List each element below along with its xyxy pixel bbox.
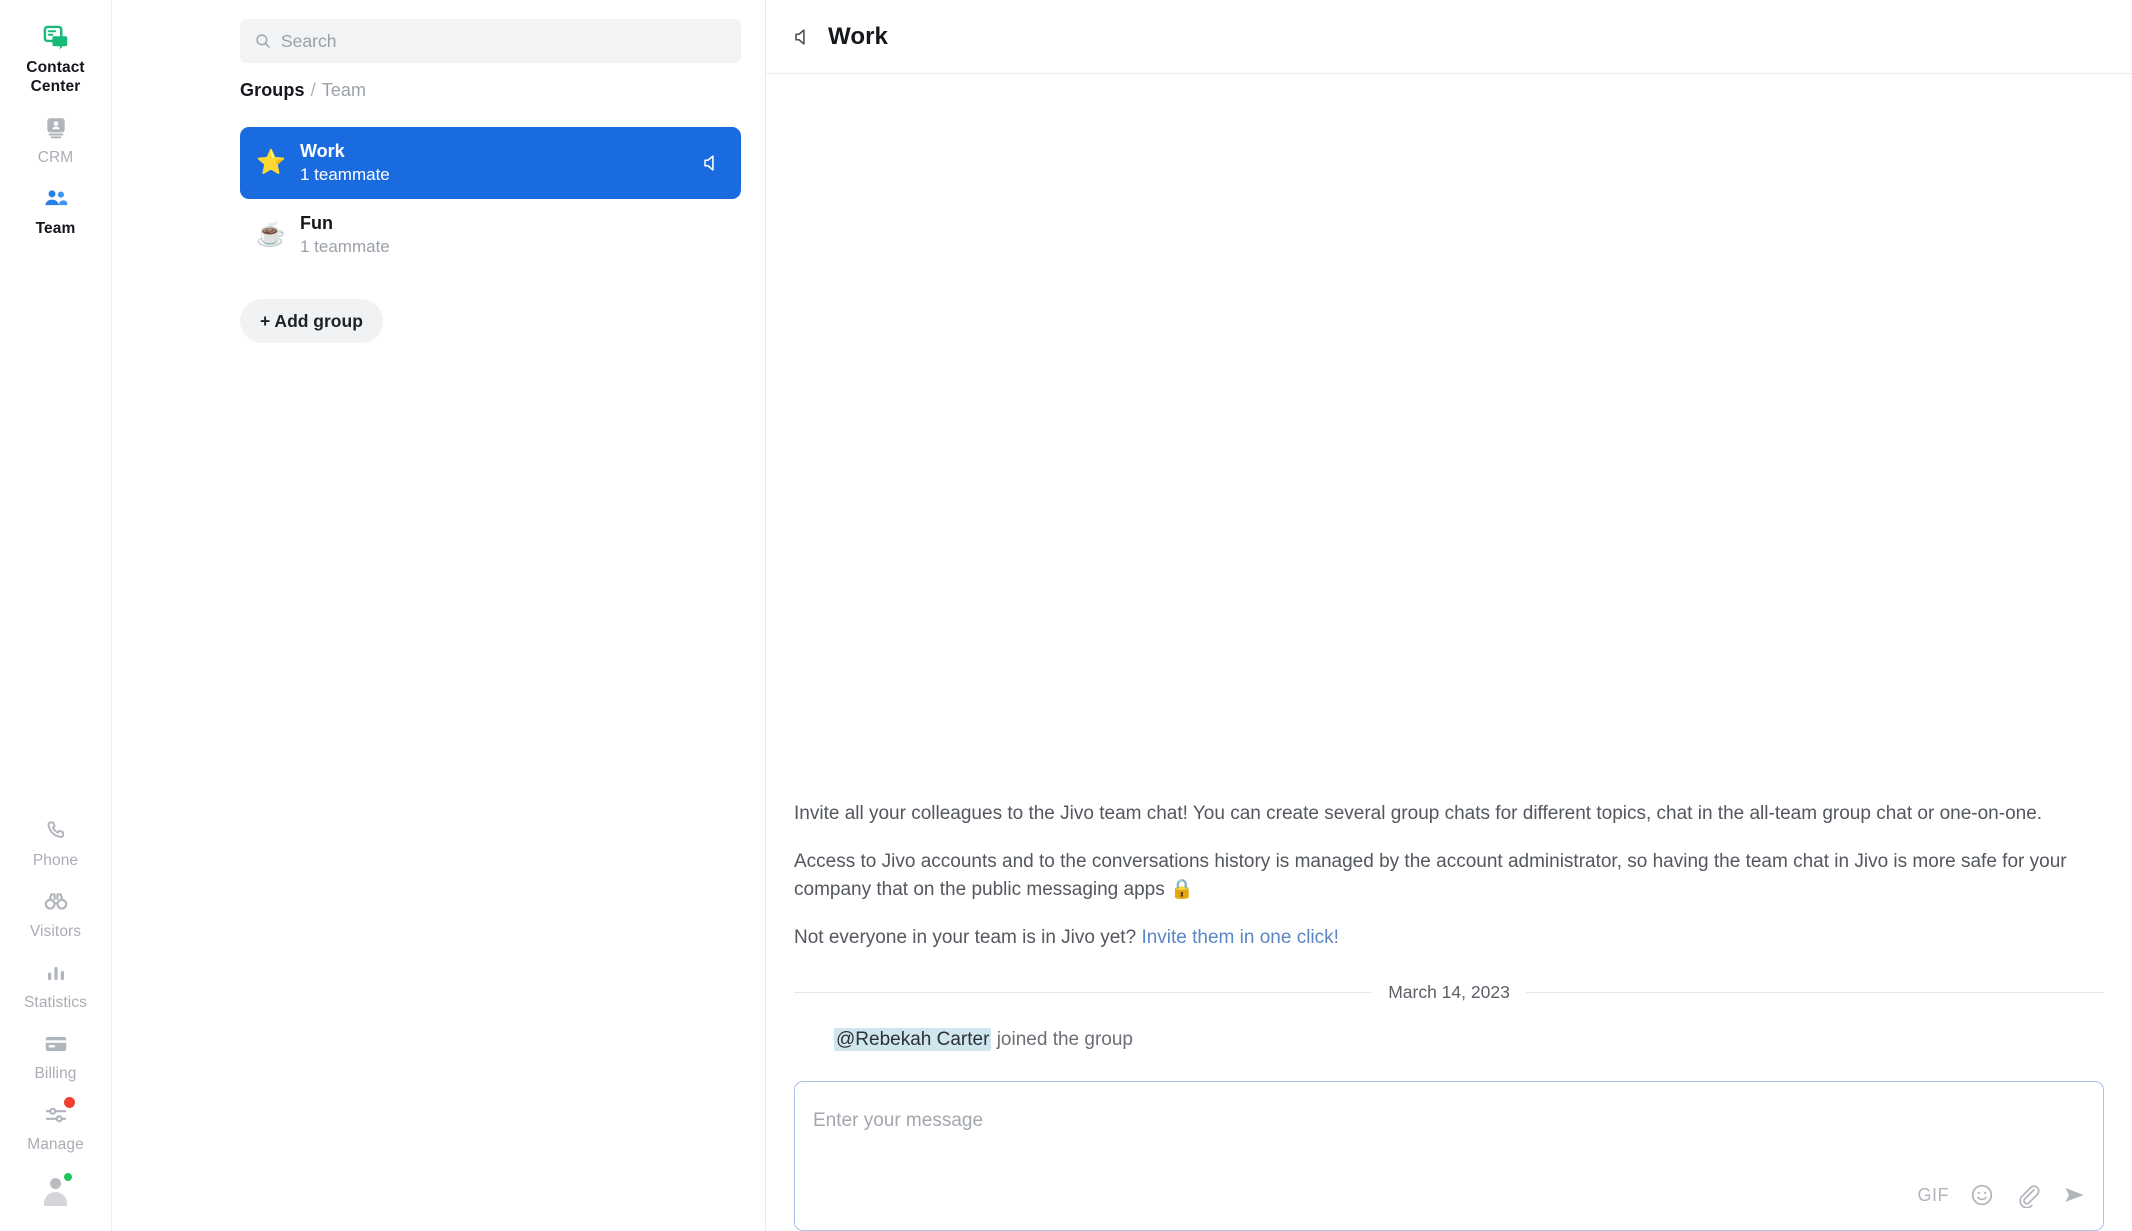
chat-messages: Invite all your colleagues to the Jivo t… <box>766 74 2132 1063</box>
crm-contact-card-icon <box>41 113 71 143</box>
sidebar-item-billing[interactable]: Billing <box>0 1020 111 1091</box>
group-name: Work <box>300 140 390 162</box>
group-name: Fun <box>300 212 390 234</box>
add-group-button[interactable]: + Add group <box>240 299 383 343</box>
intro-paragraph-2-text: Access to Jivo accounts and to the conve… <box>794 851 2067 900</box>
sidebar-item-manage[interactable]: Manage <box>0 1091 111 1162</box>
sidebar-item-visitors[interactable]: Visitors <box>0 878 111 949</box>
group-list-item-work[interactable]: ⭐ Work 1 teammate <box>240 127 741 199</box>
group-item-text: Work 1 teammate <box>300 140 390 186</box>
system-message-text: joined the group <box>991 1029 1133 1050</box>
speaker-icon[interactable] <box>701 152 723 174</box>
speaker-icon[interactable] <box>792 26 814 48</box>
date-label: March 14, 2023 <box>1372 982 1526 1003</box>
sidebar-item-label: Team <box>36 219 76 238</box>
intro-paragraph-3-text: Not everyone in your team is in Jivo yet… <box>794 927 1141 948</box>
search-icon <box>254 32 272 50</box>
group-members-count: 1 teammate <box>300 236 390 258</box>
breadcrumb: Groups / Team <box>112 63 765 101</box>
chat-header: Work <box>766 0 2132 74</box>
intro-paragraph-3: Not everyone in your team is in Jivo yet… <box>794 924 2104 952</box>
sidebar-item-phone[interactable]: Phone <box>0 807 111 878</box>
breadcrumb-current: Team <box>322 80 366 100</box>
divider-line-left <box>794 992 1372 993</box>
sidebar-item-label: CRM <box>38 148 74 167</box>
send-icon[interactable] <box>2061 1182 2087 1208</box>
sidebar-item-contact-center[interactable]: Contact Center <box>0 14 111 104</box>
group-list: ⭐ Work 1 teammate ☕ Fun 1 teammate <box>112 127 765 271</box>
system-message: @Rebekah Carter joined the group <box>794 1027 2104 1063</box>
search-container <box>112 0 765 63</box>
sidebar-item-label: Billing <box>34 1064 76 1083</box>
left-nav-rail: Contact Center CRM <box>0 0 112 1231</box>
user-mention[interactable]: @Rebekah Carter <box>834 1028 991 1051</box>
avatar <box>39 1171 73 1205</box>
lock-emoji: 🔒 <box>1170 879 1194 900</box>
sidebar-item-label: Statistics <box>24 993 87 1012</box>
sidebar-item-label: Contact Center <box>10 58 102 96</box>
credit-card-icon <box>41 1029 71 1059</box>
binoculars-icon <box>41 887 71 917</box>
team-people-icon <box>41 184 71 214</box>
rail-bottom-group: Phone Visitors <box>0 807 111 1231</box>
chat-bubbles-icon <box>41 23 71 53</box>
groups-panel: Groups / Team ⭐ Work 1 teammate ☕ Fun <box>112 0 766 1231</box>
gif-button[interactable]: GIF <box>1918 1185 1950 1206</box>
search-box[interactable] <box>240 19 741 63</box>
user-avatar-button[interactable] <box>0 1162 111 1213</box>
divider-line-right <box>1526 992 2104 993</box>
search-input[interactable] <box>281 31 727 52</box>
chat-area: Work Invite all your colleagues to the J… <box>766 0 2132 1231</box>
online-status-dot <box>63 1172 73 1182</box>
group-members-count: 1 teammate <box>300 164 390 186</box>
coffee-emoji: ☕ <box>254 223 288 247</box>
message-composer[interactable]: Enter your message GIF <box>794 1081 2104 1231</box>
date-divider: March 14, 2023 <box>794 982 2104 1003</box>
sidebar-item-label: Visitors <box>30 922 81 941</box>
app-root: Contact Center CRM <box>0 0 2132 1231</box>
group-list-item-fun[interactable]: ☕ Fun 1 teammate <box>240 199 741 271</box>
star-emoji: ⭐ <box>254 151 288 175</box>
sidebar-item-crm[interactable]: CRM <box>0 104 111 175</box>
composer-placeholder: Enter your message <box>813 1110 983 1132</box>
phone-icon <box>41 816 71 846</box>
intro-paragraph-1: Invite all your colleagues to the Jivo t… <box>794 800 2104 828</box>
breadcrumb-separator: / <box>311 80 316 100</box>
rail-top-group: Contact Center CRM <box>0 0 111 246</box>
sidebar-item-label: Manage <box>27 1135 84 1154</box>
sidebar-item-team[interactable]: Team <box>0 175 111 246</box>
intro-block: Invite all your colleagues to the Jivo t… <box>794 800 2104 952</box>
attachment-icon[interactable] <box>2015 1182 2041 1208</box>
manage-notification-badge <box>64 1097 75 1108</box>
emoji-icon[interactable] <box>1969 1182 1995 1208</box>
invite-link[interactable]: Invite them in one click! <box>1141 927 1338 948</box>
composer-toolbar: GIF <box>1918 1182 2088 1208</box>
bar-chart-icon <box>41 958 71 988</box>
sidebar-item-label: Phone <box>33 851 78 870</box>
group-item-text: Fun 1 teammate <box>300 212 390 258</box>
sidebar-item-statistics[interactable]: Statistics <box>0 949 111 1020</box>
intro-paragraph-2: Access to Jivo accounts and to the conve… <box>794 848 2104 904</box>
page-title: Work <box>828 23 888 51</box>
breadcrumb-root[interactable]: Groups <box>240 80 305 100</box>
